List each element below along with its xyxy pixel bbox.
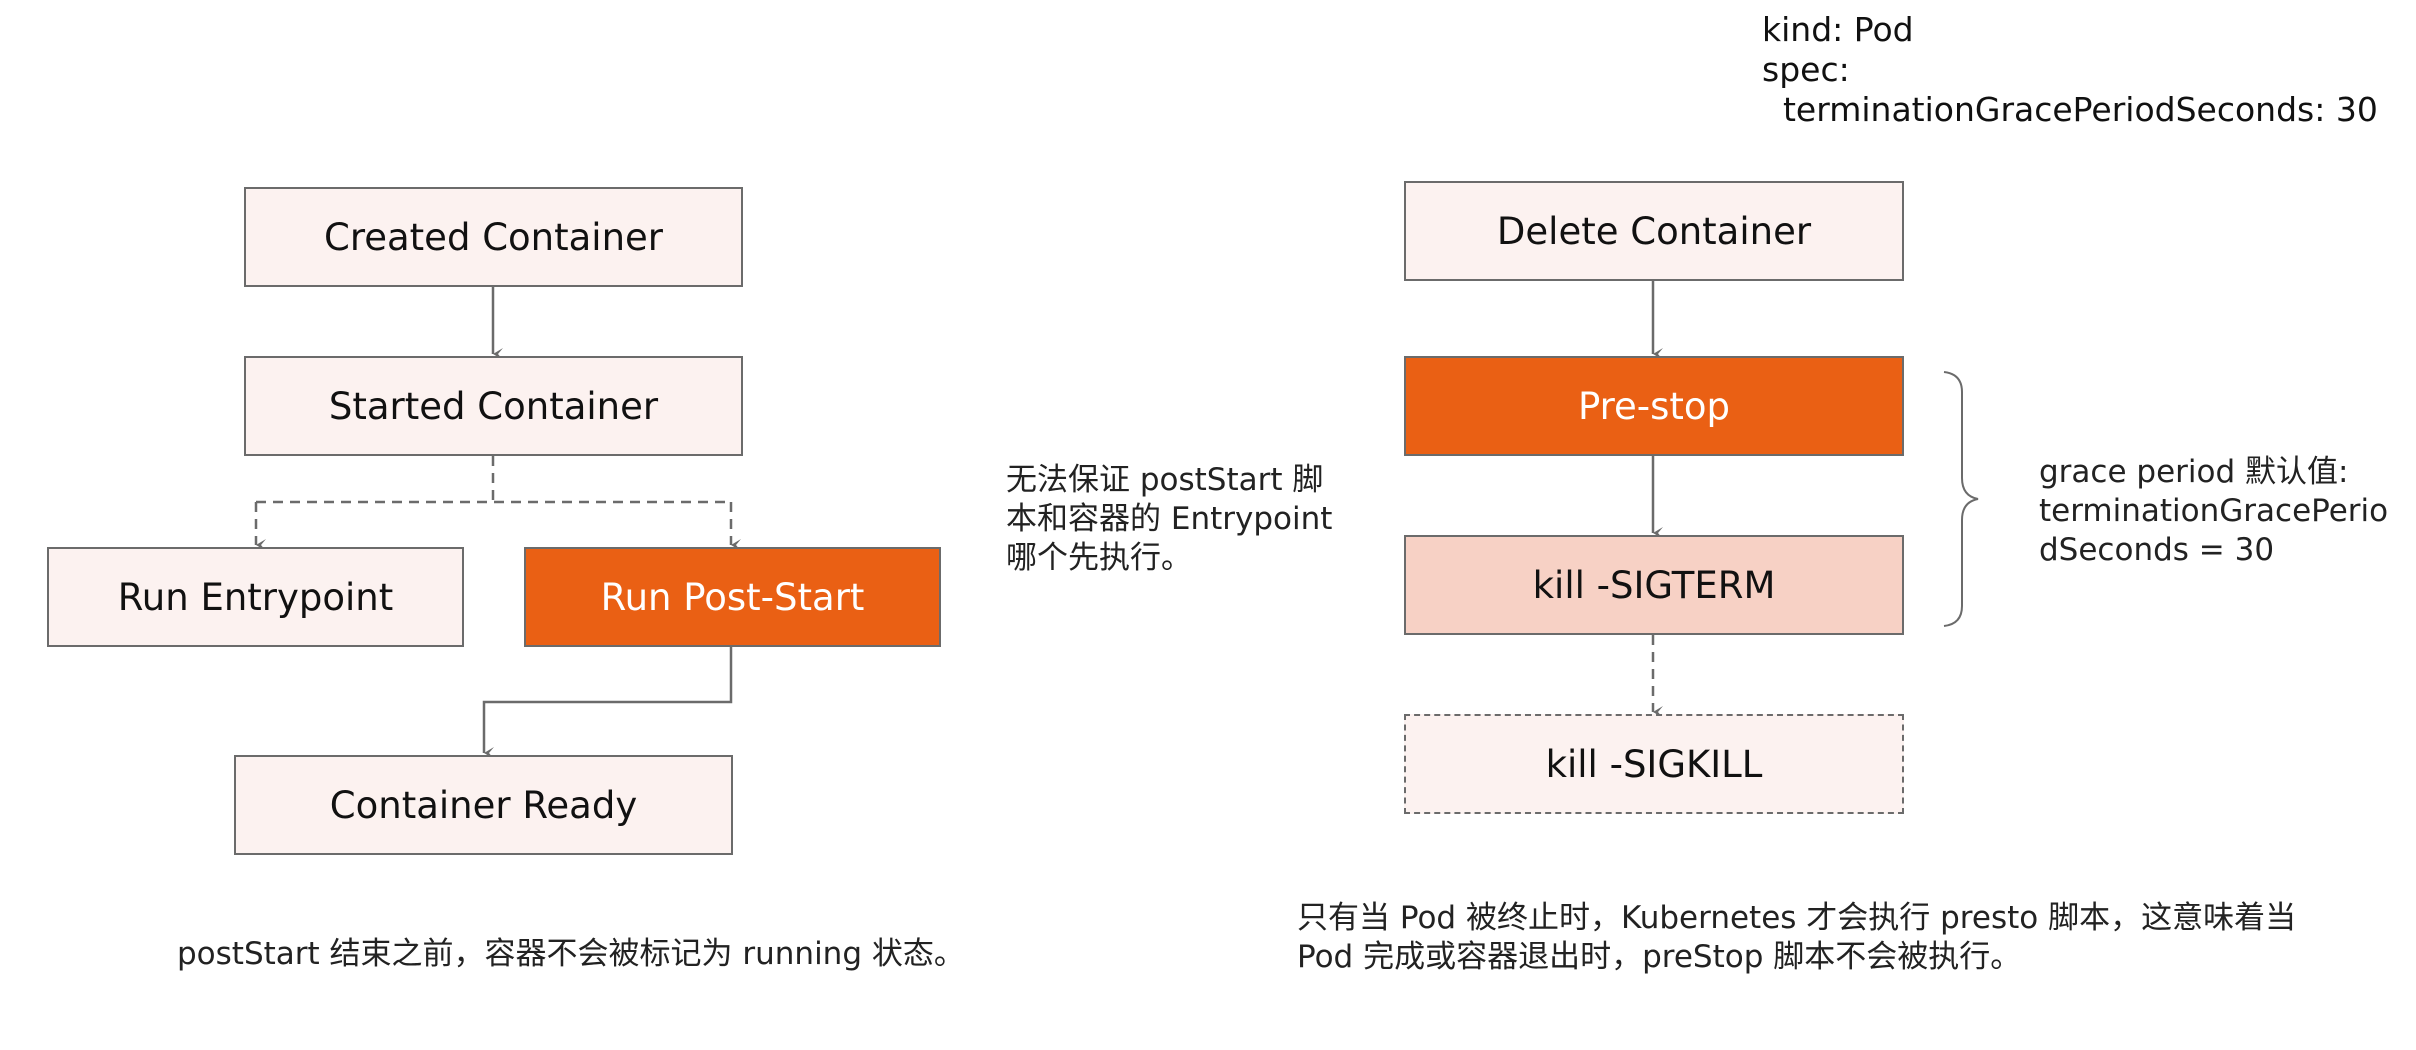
node-run-entrypoint: Run Entrypoint bbox=[47, 547, 464, 647]
right-caption: 只有当 Pod 被终止时，Kubernetes 才会执行 presto 脚本，这… bbox=[1297, 900, 2297, 975]
arrow-post-start-to-ready bbox=[482, 647, 733, 759]
node-pre-stop: Pre-stop bbox=[1404, 356, 1904, 456]
grace-period-note: grace period 默认值: terminationGracePerio … bbox=[2039, 454, 2389, 568]
node-kill-sigterm: kill -SIGTERM bbox=[1404, 535, 1904, 635]
node-run-post-start: Run Post-Start bbox=[524, 547, 941, 647]
node-container-ready: Container Ready bbox=[234, 755, 733, 855]
node-delete-container: Delete Container bbox=[1404, 181, 1904, 281]
node-created-container: Created Container bbox=[244, 187, 743, 287]
pod-yaml-snippet: kind: Pod spec: terminationGracePeriodSe… bbox=[1762, 10, 2378, 129]
entrypoint-order-note: 无法保证 postStart 脚 本和容器的 Entrypoint 哪个先执行。 bbox=[1006, 462, 1333, 576]
node-started-container: Started Container bbox=[244, 356, 743, 456]
dashed-split-started bbox=[256, 456, 731, 504]
grace-period-brace bbox=[1943, 371, 1979, 627]
left-caption: postStart 结束之前，容器不会被标记为 running 状态。 bbox=[177, 936, 965, 972]
node-kill-sigkill: kill -SIGKILL bbox=[1404, 714, 1904, 814]
